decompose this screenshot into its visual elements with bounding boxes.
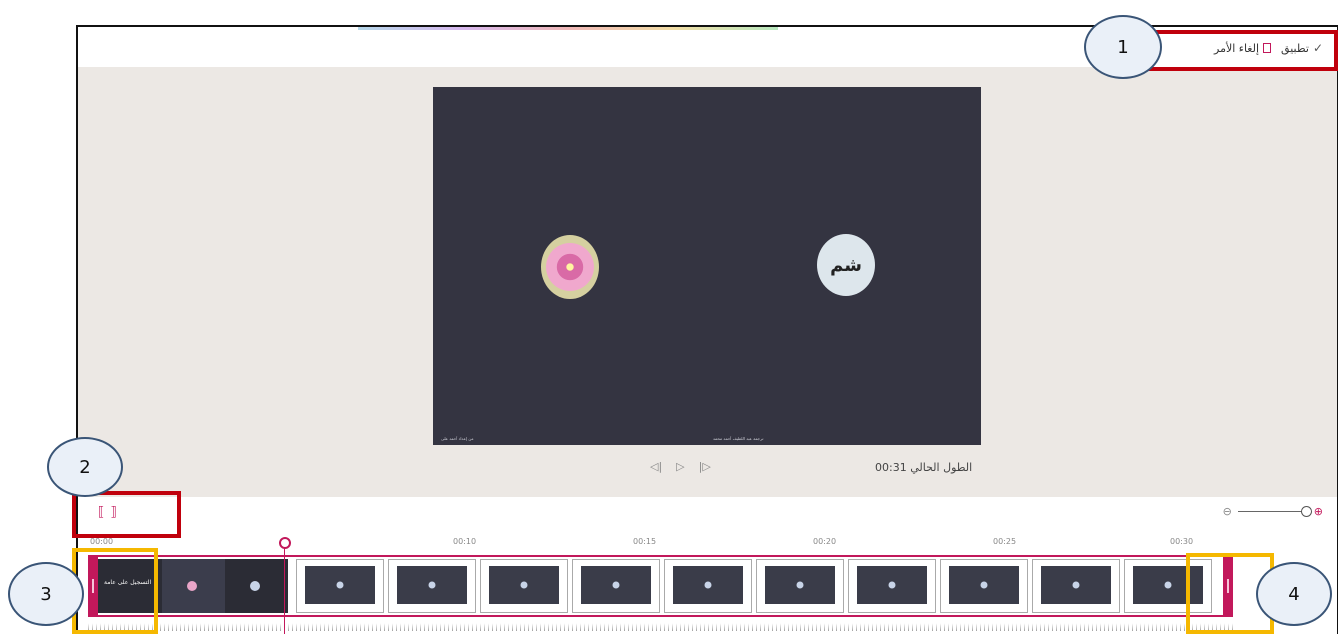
play-icon[interactable]: ▷ xyxy=(676,460,684,473)
avatar: شم xyxy=(817,234,875,296)
tick-label: 00:15 xyxy=(633,537,657,546)
video-preview[interactable]: شم من إعداد أحمد على ترجمة عبد اللطيف أح… xyxy=(433,87,981,445)
duration-label: الطول الحالي 00:31 xyxy=(875,461,973,474)
callout-1: 1 xyxy=(1084,15,1162,79)
tick-label: 00:20 xyxy=(813,537,837,546)
callout-2: 2 xyxy=(47,437,123,497)
zoom-slider-knob[interactable] xyxy=(1300,506,1312,517)
highlight-box-2 xyxy=(72,491,181,538)
callout-4: 4 xyxy=(1256,562,1332,626)
accent-strip xyxy=(358,27,778,30)
highlight-box-1 xyxy=(1145,30,1338,71)
tick-label: 00:00 xyxy=(90,537,114,546)
avatar-initials: شم xyxy=(830,254,862,276)
timeline-panel: ⟦⟧ ⊖ ⊕ 00:00 00:10 00:15 00:20 00:25 00:… xyxy=(78,497,1337,634)
zoom-control: ⊖ ⊕ xyxy=(1223,505,1323,518)
previous-frame-icon[interactable]: ◁| xyxy=(650,460,662,473)
video-editor-window: ✓ تطبيق إلغاء الأمر شم من إعداد أحمد على… xyxy=(76,25,1338,634)
next-frame-icon[interactable]: |▷ xyxy=(699,460,711,473)
playback-controls: ◁| ▷ |▷ xyxy=(650,460,711,473)
time-ruler: 00:00 00:10 00:15 00:20 00:25 00:30 xyxy=(78,537,1337,549)
zoom-slider[interactable] xyxy=(1237,506,1312,517)
zoom-out-icon[interactable]: ⊖ xyxy=(1223,505,1232,518)
audio-waveform xyxy=(88,617,1233,631)
tick-label: 00:30 xyxy=(1170,537,1194,546)
zoom-in-icon[interactable]: ⊕ xyxy=(1314,505,1323,518)
preview-stage: شم من إعداد أحمد على ترجمة عبد اللطيف أح… xyxy=(78,67,1337,497)
playhead[interactable] xyxy=(279,537,291,634)
video-footer-center: ترجمة عبد اللطيف أحمد محمد xyxy=(713,436,764,441)
tick-label: 00:10 xyxy=(453,537,477,546)
selection-frame xyxy=(88,555,1233,617)
video-footer-left: من إعداد أحمد على xyxy=(441,436,474,441)
highlight-box-3 xyxy=(72,548,158,634)
tick-label: 00:25 xyxy=(993,537,1017,546)
callout-3: 3 xyxy=(8,562,84,626)
flower-photo xyxy=(541,235,599,299)
